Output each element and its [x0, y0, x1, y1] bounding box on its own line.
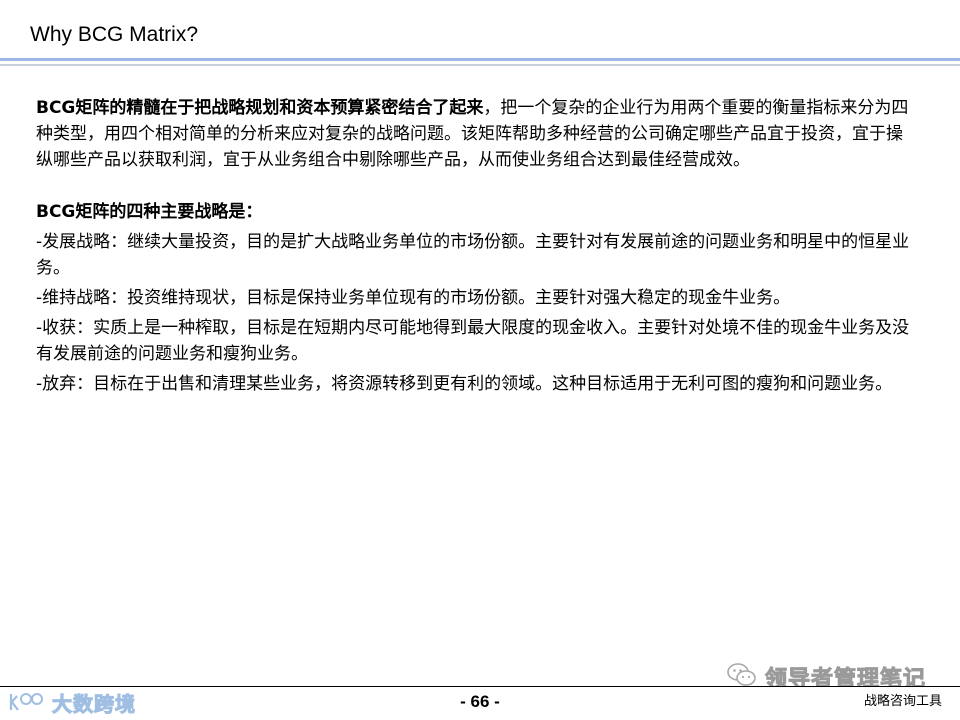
page-number: - 66 - [460, 692, 500, 711]
footer-divider [0, 686, 960, 687]
strategy-item-harvest: -收获：实质上是一种榨取，目标是在短期内尽可能地得到最大限度的现金收入。主要针对… [36, 318, 910, 364]
strategy-item-hold: -维持战略：投资维持现状，目标是保持业务单位现有的市场份额。主要针对强大稳定的现… [36, 288, 791, 308]
footer-caption: 战略咨询工具 [863, 694, 942, 709]
k100-logo-icon [8, 690, 46, 714]
strategies-heading: BCG矩阵的四种主要战略是： [36, 202, 263, 222]
footer-logo-text: 大数跨境 [52, 691, 136, 716]
intro-paragraph: BCG矩阵的精髓在于把战略规划和资本预算紧密结合了起来，把一个复杂的企业行为用两… [36, 95, 916, 173]
title-divider-secondary [0, 64, 960, 66]
title-divider [0, 58, 960, 61]
footer-logo: 大数跨境 [8, 689, 136, 716]
strategy-item-divest: -放弃：目标在于出售和清理某些业务，将资源转移到更有利的领域。这种目标适用于无利… [36, 374, 893, 394]
slide-body: BCG矩阵的精髓在于把战略规划和资本预算紧密结合了起来，把一个复杂的企业行为用两… [36, 95, 916, 401]
slide-title: Why BCG Matrix? [30, 23, 199, 46]
strategy-item-grow: -发展战略：继续大量投资，目的是扩大战略业务单位的市场份额。主要针对有发展前途的… [36, 232, 910, 278]
intro-lead: BCG矩阵的精髓在于把战略规划和资本预算紧密结合了起来 [36, 98, 484, 118]
